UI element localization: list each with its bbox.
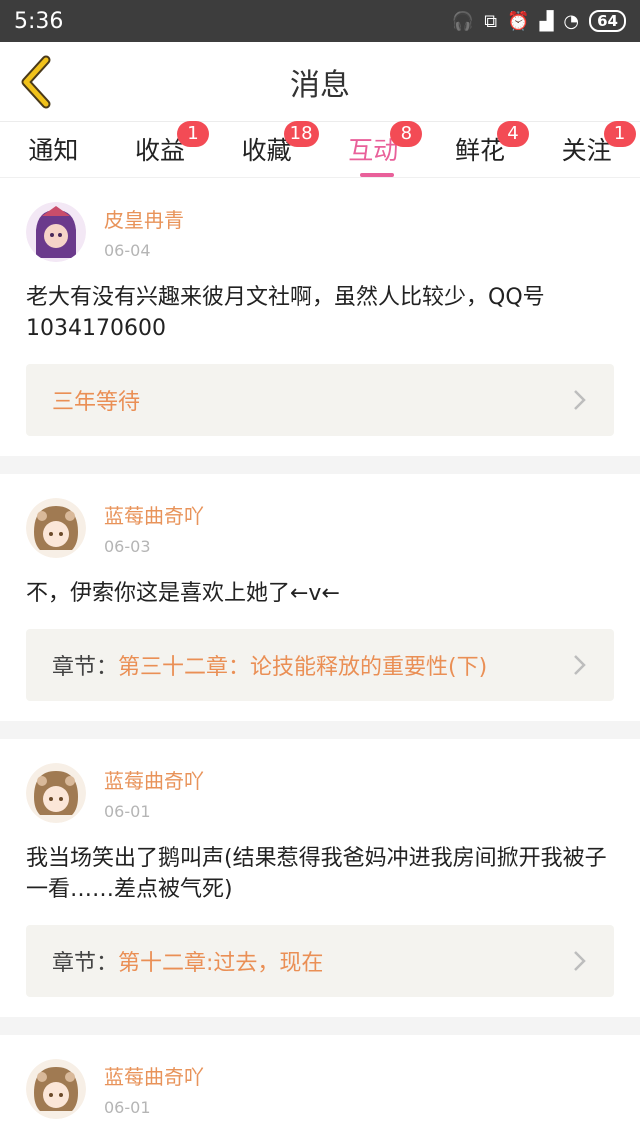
chevron-right-icon (574, 655, 586, 675)
username[interactable]: 蓝莓曲奇吖 (104, 765, 204, 794)
tab-follow[interactable]: 关注 1 (534, 121, 640, 177)
tab-income[interactable]: 收益 1 (107, 121, 213, 177)
badge-count: 8 (390, 121, 423, 147)
user-avatar[interactable] (26, 1059, 86, 1119)
tab-favorites[interactable]: 收藏 18 (214, 121, 320, 177)
message-card: 蓝莓曲奇吖 06-03 不，伊索你这是喜欢上她了←v← 章节：第三十二章：论技能… (0, 474, 640, 721)
tab-notice[interactable]: 通知 (0, 131, 106, 177)
back-arrow-icon[interactable] (14, 54, 60, 110)
tab-label: 收益 (134, 136, 185, 165)
message-text: 我当场笑出了鹅叫声(结果惹得我爸妈冲进我房间掀开我被子一看……差点被气死) (26, 846, 607, 902)
page-title: 消息 (290, 67, 350, 103)
badge-count: 4 (496, 121, 529, 147)
badge-count: 1 (603, 121, 636, 147)
message-text: 老大有没有兴趣来彼月文社啊，虽然人比较少，QQ号1034170600 (26, 285, 545, 341)
message-card: 蓝莓曲奇吖 06-01 我当场笑出了鹅叫声(结果惹得我爸妈冲进我房间掀开我被子一… (0, 739, 640, 1017)
user-avatar[interactable] (26, 763, 86, 823)
badge-count: 1 (176, 121, 209, 147)
wifi-icon: ◔ (563, 10, 580, 32)
ref-title: 第十二章:过去，现在 (118, 951, 324, 976)
badge-count: 18 (283, 121, 319, 147)
username[interactable]: 蓝莓曲奇吖 (104, 500, 204, 529)
battery-icon: 64 (589, 10, 626, 32)
status-icons: 🎧 ⧉ ⏰ ▟ ◔ 64 (452, 10, 626, 32)
message-date: 06-04 (104, 241, 151, 260)
status-time: 5:36 (14, 8, 64, 34)
message-author[interactable]: 蓝莓曲奇吖 06-03 (26, 474, 614, 558)
tab-flowers[interactable]: 鲜花 4 (427, 121, 533, 177)
alarm-icon: ⏰ (507, 10, 530, 32)
ref-label: 章节： (52, 951, 119, 976)
divider (0, 456, 640, 474)
rotation-icon: ⧉ (484, 10, 498, 32)
message-date: 06-03 (104, 537, 151, 556)
message-date: 06-01 (104, 1098, 151, 1117)
username[interactable]: 皮皇冉青 (104, 204, 184, 233)
reference-link[interactable]: 三年等待 (26, 364, 614, 436)
message-author[interactable]: 蓝莓曲奇吖 06-01 (26, 739, 614, 823)
ref-title: 三年等待 (52, 390, 141, 415)
headphones-icon: 🎧 (451, 10, 475, 32)
tab-label: 关注 (561, 136, 612, 165)
active-tab-indicator (360, 173, 395, 177)
tab-label: 通知 (28, 136, 79, 165)
username[interactable]: 蓝莓曲奇吖 (104, 1061, 204, 1090)
tab-bar: 通知 收益 1 收藏 18 互动 8 鲜花 4 关注 1 (0, 121, 640, 178)
ref-label: 章节： (52, 655, 119, 680)
user-avatar[interactable] (26, 202, 86, 262)
divider (0, 721, 640, 739)
message-author[interactable]: 蓝莓曲奇吖 06-01 (26, 1035, 614, 1119)
tab-interaction[interactable]: 互动 8 (320, 121, 426, 177)
message-card: 皮皇冉青 06-04 老大有没有兴趣来彼月文社啊，虽然人比较少，QQ号10341… (0, 178, 640, 456)
signal-icon: ▟ (539, 10, 554, 32)
chevron-right-icon (574, 390, 586, 410)
status-bar: 5:36 🎧 ⧉ ⏰ ▟ ◔ 64 (0, 0, 640, 42)
chevron-right-icon (574, 951, 586, 971)
message-author[interactable]: 皮皇冉青 06-04 (26, 178, 614, 262)
reference-link[interactable]: 章节：第十二章:过去，现在 (26, 925, 614, 997)
user-avatar[interactable] (26, 498, 86, 558)
tab-label: 收藏 (241, 136, 292, 165)
ref-title: 第三十二章：论技能释放的重要性(下) (118, 655, 488, 680)
app-header: 消息 (0, 42, 640, 122)
divider (0, 1017, 640, 1035)
tab-label: 鲜花 (454, 136, 505, 165)
message-card: 蓝莓曲奇吖 06-01 (0, 1035, 640, 1138)
reference-link[interactable]: 章节：第三十二章：论技能释放的重要性(下) (26, 629, 614, 701)
message-text: 不，伊索你这是喜欢上她了←v← (26, 581, 340, 606)
message-date: 06-01 (104, 802, 151, 821)
